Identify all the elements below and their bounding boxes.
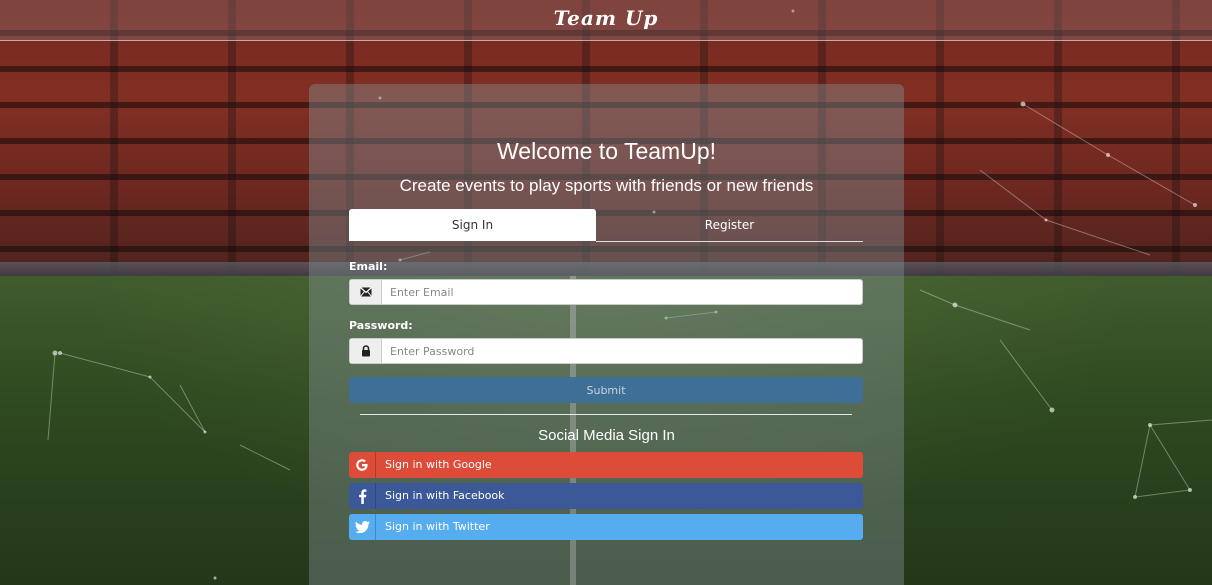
twitter-icon	[349, 514, 376, 540]
password-input[interactable]	[390, 339, 850, 363]
auth-tabs: Sign In Register	[349, 209, 863, 242]
submit-button[interactable]: Submit	[349, 377, 863, 403]
auth-panel: Welcome to TeamUp! Create events to play…	[309, 84, 904, 585]
twitter-sign-in-button[interactable]: Sign in with Twitter	[349, 514, 863, 540]
tab-register[interactable]: Register	[596, 209, 863, 242]
email-field-group	[349, 279, 863, 305]
google-sign-in-label: Sign in with Google	[385, 458, 492, 471]
twitter-sign-in-label: Sign in with Twitter	[385, 520, 490, 533]
google-icon	[349, 452, 376, 478]
google-sign-in-button[interactable]: Sign in with Google	[349, 452, 863, 478]
brand-logo[interactable]: Team Up	[0, 6, 1212, 30]
facebook-icon	[349, 483, 376, 509]
section-divider	[360, 414, 852, 415]
password-label: Password:	[349, 319, 413, 332]
envelope-icon	[350, 280, 382, 304]
password-field-group	[349, 338, 863, 364]
page-subtitle: Create events to play sports with friend…	[399, 176, 814, 195]
top-navbar: Team Up	[0, 0, 1212, 41]
facebook-sign-in-label: Sign in with Facebook	[385, 489, 505, 502]
facebook-sign-in-button[interactable]: Sign in with Facebook	[349, 483, 863, 509]
email-label: Email:	[349, 260, 388, 273]
tab-sign-in[interactable]: Sign In	[349, 209, 596, 241]
lock-icon	[350, 339, 382, 363]
page-title: Welcome to TeamUp!	[496, 138, 717, 164]
email-input[interactable]	[390, 280, 850, 304]
social-sign-in-title: Social Media Sign In	[538, 427, 675, 444]
